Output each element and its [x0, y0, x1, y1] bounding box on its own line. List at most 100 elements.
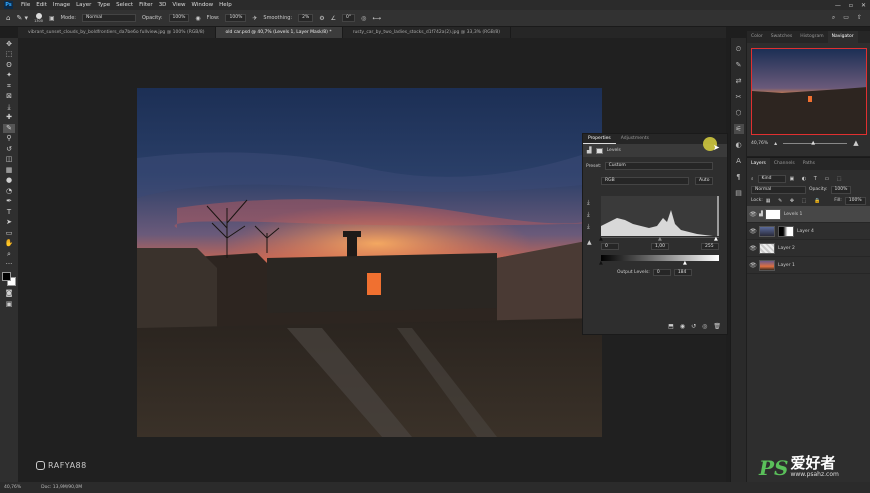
brush-settings-icon[interactable]: ✎ — [734, 60, 744, 70]
visibility-eye-icon[interactable]: 👁 — [747, 211, 759, 218]
output-white-field[interactable]: 184 — [673, 269, 692, 276]
swap-icon[interactable]: ⇄ — [734, 76, 744, 86]
quick-mask-icon[interactable]: ◙ — [3, 289, 15, 298]
menu-type[interactable]: Type — [94, 2, 113, 8]
output-white-slider-icon[interactable]: ▲ — [683, 260, 687, 266]
status-doc-size[interactable]: Doc: 13,9M/90,0M — [41, 485, 82, 490]
opacity-field[interactable]: 100% — [830, 185, 852, 194]
menu-image[interactable]: Image — [50, 2, 73, 8]
tab-channels[interactable]: Channels — [770, 158, 799, 170]
eyedropper-tool-icon[interactable]: ⤓ — [3, 103, 15, 112]
share-icon[interactable]: ⇧ — [857, 14, 862, 22]
path-selection-tool-icon[interactable]: ➤ — [3, 218, 15, 227]
hand-tool-icon[interactable]: ✋ — [3, 239, 15, 248]
layer-mask-thumbnail[interactable] — [764, 208, 781, 220]
gradient-tool-icon[interactable]: ▦ — [3, 166, 15, 175]
paragraph-icon[interactable]: ¶ — [734, 172, 744, 182]
filter-icons[interactable]: ▣ ◐ T ▭ ⬚ — [790, 176, 845, 182]
smoothing-settings-icon[interactable]: ⚙ — [319, 15, 324, 22]
menu-file[interactable]: File — [18, 2, 33, 8]
clip-to-layer-icon[interactable]: ⬒ — [668, 323, 674, 330]
tab-layers[interactable]: Layers — [747, 158, 770, 170]
reset-icon[interactable]: ↺ — [691, 323, 696, 330]
lock-icons[interactable]: ▦ ✎ ✥ ⬚ 🔒 — [766, 198, 823, 204]
layer-mask-thumbnail[interactable] — [778, 225, 794, 237]
tab-adjustments[interactable]: Adjustments — [616, 134, 654, 144]
tab-properties[interactable]: Properties — [583, 134, 616, 144]
menu-window[interactable]: Window — [188, 2, 216, 8]
adjustments-icon[interactable]: ◐ — [734, 140, 744, 150]
more-tools-icon[interactable]: ··· — [3, 260, 15, 269]
minimize-icon[interactable]: — — [835, 2, 841, 9]
layer-row-2[interactable]: 👁 Layer 2 — [747, 240, 870, 257]
screen-mode-icon[interactable]: ▣ — [3, 300, 15, 309]
navigator-thumbnail[interactable] — [751, 48, 867, 135]
libraries-icon[interactable]: ▤ — [734, 188, 744, 198]
kind-filter-select[interactable]: Kind — [757, 174, 786, 183]
zoom-in-icon[interactable]: ▲ — [853, 139, 858, 147]
search-icon[interactable]: ⌕ — [832, 14, 835, 22]
angle-field[interactable]: 0° — [342, 14, 356, 22]
layer-row-4[interactable]: 👁 Layer 4 — [747, 223, 870, 240]
brush-preset-picker[interactable]: 1300 — [34, 12, 43, 24]
crop-tool-icon[interactable]: ⌗ — [3, 82, 15, 91]
delete-icon[interactable]: 🗑 — [713, 323, 721, 330]
eraser-tool-icon[interactable]: ◫ — [3, 155, 15, 164]
channel-select[interactable]: RGB — [601, 177, 689, 185]
tab-sunset-clouds[interactable]: vibrant_sunset_clouds_by_boldfrontiers_d… — [18, 27, 216, 38]
tab-swatches[interactable]: Swatches — [767, 31, 797, 43]
output-slider-track[interactable]: ▲ ▲ — [599, 260, 719, 266]
zoom-tool-icon[interactable]: ⌕ — [3, 250, 15, 259]
home-icon[interactable]: ⌂ — [6, 14, 10, 22]
menu-edit[interactable]: Edit — [33, 2, 50, 8]
navigator-zoom-value[interactable]: 40,76% — [751, 141, 768, 146]
view-previous-icon[interactable]: ◉ — [680, 323, 685, 330]
menu-select[interactable]: Select — [113, 2, 136, 8]
maximize-icon[interactable]: ▫ — [849, 2, 853, 9]
smoothing-field[interactable]: 2% — [298, 14, 314, 22]
3d-icon[interactable]: ⬡ — [734, 108, 744, 118]
visibility-icon[interactable]: ◎ — [702, 323, 707, 330]
visibility-eye-icon[interactable]: 👁 — [747, 228, 759, 235]
pen-tool-icon[interactable]: ✒ — [3, 197, 15, 206]
brush-tool-icon[interactable]: ✎ — [3, 123, 15, 133]
output-black-slider-icon[interactable]: ▲ — [599, 260, 603, 266]
pressure-size-icon[interactable]: ◎ — [361, 15, 366, 22]
zoom-slider[interactable]: ▲ — [783, 140, 848, 146]
clipping-warning-icon[interactable]: ▲ — [587, 237, 595, 249]
symmetry-icon[interactable]: ⟷ — [372, 15, 381, 22]
black-point-eyedropper-icon[interactable]: ⤓ — [587, 197, 595, 209]
marquee-tool-icon[interactable]: ⬚ — [3, 50, 15, 59]
preset-select[interactable]: Custom — [604, 162, 713, 170]
zoom-slider-thumb-icon[interactable]: ▲ — [811, 140, 815, 146]
menu-help[interactable]: Help — [216, 2, 235, 8]
healing-brush-tool-icon[interactable]: ✚ — [3, 113, 15, 122]
blend-mode-select[interactable]: Normal — [751, 185, 806, 194]
dodge-tool-icon[interactable]: ◔ — [3, 187, 15, 196]
zoom-out-icon[interactable]: ▴ — [774, 140, 777, 147]
type-tool-icon[interactable]: T — [3, 208, 15, 217]
workspace-icon[interactable]: ▭ — [843, 14, 849, 22]
character-icon[interactable]: A — [734, 156, 744, 166]
flow-field[interactable]: 100% — [225, 14, 247, 22]
output-black-field[interactable]: 0 — [652, 269, 671, 276]
move-tool-icon[interactable]: ✥ — [3, 40, 15, 49]
clone-stamp-tool-icon[interactable]: ⚲ — [3, 134, 15, 143]
tab-paths[interactable]: Paths — [799, 158, 819, 170]
menu-view[interactable]: View — [169, 2, 188, 8]
white-point-eyedropper-icon[interactable]: ⤓ — [587, 221, 595, 233]
tab-color[interactable]: Color — [747, 31, 767, 43]
opacity-field[interactable]: 100% — [168, 14, 190, 22]
input-white-field[interactable]: 255 — [701, 242, 719, 250]
status-zoom[interactable]: 40,76% — [4, 485, 21, 490]
pressure-opacity-icon[interactable]: ◉ — [195, 15, 200, 22]
brush-settings-icon[interactable]: ▣ — [49, 15, 55, 22]
input-black-field[interactable]: 0 — [601, 242, 619, 250]
tab-navigator[interactable]: Navigator — [827, 31, 858, 43]
menu-layer[interactable]: Layer — [73, 2, 94, 8]
history-brush-tool-icon[interactable]: ↺ — [3, 145, 15, 154]
tab-rusty-car[interactable]: rusty_car_by_two_ladies_stocks_d1f742a(2… — [343, 27, 511, 38]
auto-button[interactable]: Auto — [695, 177, 713, 185]
tab-histogram[interactable]: Histogram — [796, 31, 827, 43]
input-slider-track[interactable]: ▲ ▲ ▲ — [599, 236, 719, 242]
